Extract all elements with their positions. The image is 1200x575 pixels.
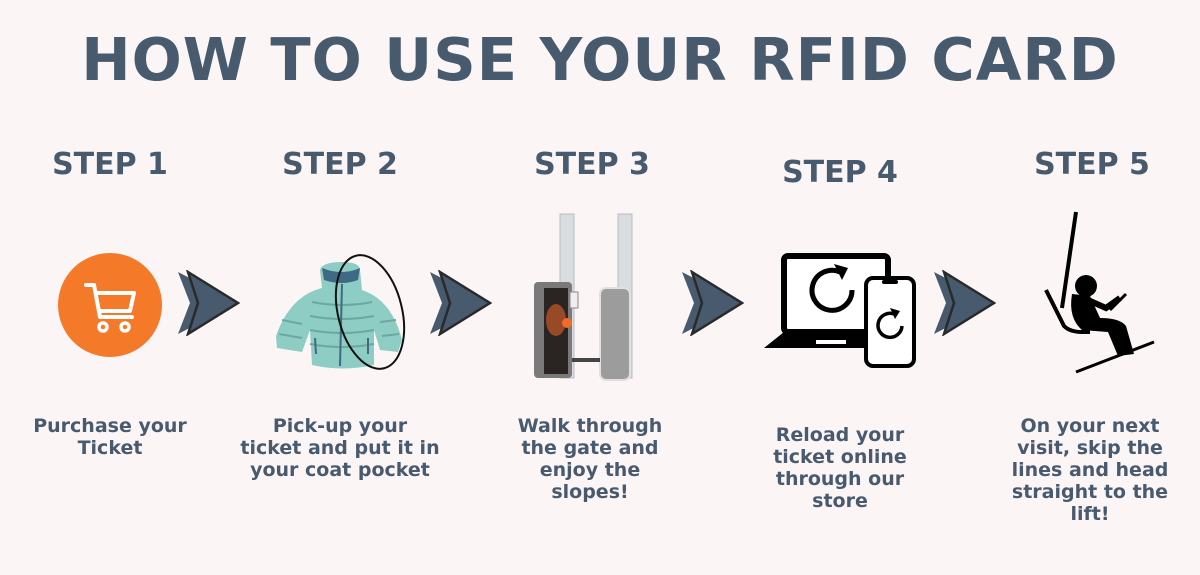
- step-1-description: Purchase your Ticket: [33, 415, 187, 459]
- step-4-label: STEP 4: [782, 155, 898, 190]
- chairlift-skier-icon: [1044, 211, 1155, 374]
- step-3-label: STEP 3: [534, 147, 650, 182]
- step-4-description: Reload your ticket online through our st…: [773, 424, 907, 512]
- step-3-description: Walk through the gate and enjoy the slop…: [517, 415, 663, 503]
- page-title: HOW TO USE YOUR RFID CARD: [81, 25, 1119, 94]
- step-2-label: STEP 2: [282, 147, 398, 182]
- step-5-description: On your next visit, skip the lines and h…: [1011, 415, 1169, 525]
- chevron-right-icon: [934, 270, 996, 336]
- step-5-label: STEP 5: [1034, 147, 1150, 182]
- step-1-label: STEP 1: [52, 147, 168, 182]
- chevron-right-icon: [178, 270, 240, 336]
- reload-devices-icon: [764, 253, 916, 368]
- rfid-gate-icon: [534, 213, 633, 381]
- chevron-right-icon: [682, 270, 744, 336]
- step-2-description: Pick-up your ticket and put it in your c…: [240, 415, 440, 481]
- shopping-cart-icon: [58, 253, 162, 357]
- jacket-icon: [276, 254, 406, 370]
- chevron-right-icon: [430, 270, 492, 336]
